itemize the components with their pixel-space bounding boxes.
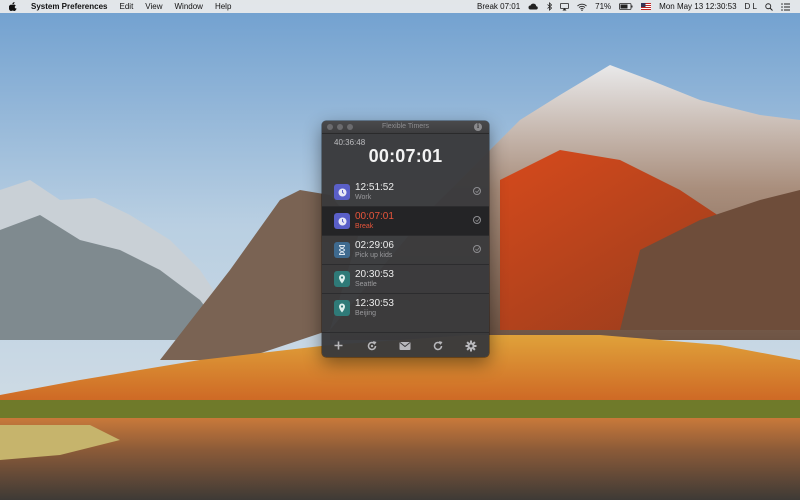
current-timer-display: 00:07:01	[368, 146, 443, 166]
menu-bar: System Preferences Edit View Window Help…	[0, 0, 800, 13]
window-title: Flexible Timers	[381, 123, 430, 130]
hourglass-icon	[334, 242, 350, 258]
timer-label: Pick up kids	[355, 252, 393, 259]
notification-center-icon[interactable]	[777, 2, 794, 11]
menu-help[interactable]: Help	[209, 2, 237, 11]
info-icon[interactable]: i	[474, 123, 482, 131]
battery-icon[interactable]	[615, 3, 637, 10]
flexible-timers-window: Flexible Timers i 40:36:48 00:07:01 12:5…	[322, 121, 489, 357]
add-icon[interactable]	[332, 339, 345, 352]
timer-label: Break	[355, 223, 374, 230]
timer-row-break[interactable]: 00:07:01 Break	[322, 207, 489, 235]
location-pin-icon	[334, 271, 350, 287]
timer-value: 12:30:53	[355, 298, 394, 309]
timer-value: 20:30:53	[355, 269, 394, 280]
checkmark-icon[interactable]	[473, 216, 481, 224]
menu-view[interactable]: View	[139, 2, 168, 11]
clock-icon	[334, 184, 350, 200]
settings-icon[interactable]	[464, 339, 477, 352]
timer-row-beijing[interactable]: 12:30:53 Beijing	[322, 294, 489, 322]
status-timer[interactable]: Break 07:01	[473, 2, 524, 11]
user-name[interactable]: D L	[741, 2, 761, 11]
wifi-icon[interactable]	[573, 3, 591, 11]
restart-icon[interactable]	[431, 339, 444, 352]
timer-row-work[interactable]: 12:51:52 Work	[322, 178, 489, 206]
menu-app-name[interactable]: System Preferences	[25, 2, 114, 11]
status-area: Break 07:01 71% Mon May 13 12:30:53 D L	[473, 0, 794, 13]
cloud-icon[interactable]	[524, 3, 543, 10]
apple-icon[interactable]	[9, 2, 21, 11]
timer-row-pick-up-kids[interactable]: 02:29:06 Pick up kids	[322, 236, 489, 264]
menu-window[interactable]: Window	[169, 2, 209, 11]
menu-edit[interactable]: Edit	[114, 2, 140, 11]
menu-clock[interactable]: Mon May 13 12:30:53	[655, 2, 740, 11]
checkmark-icon[interactable]	[473, 245, 481, 253]
timer-value: 00:07:01	[355, 211, 394, 222]
location-pin-icon	[334, 300, 350, 316]
bottom-toolbar	[322, 332, 489, 357]
title-bar[interactable]: Flexible Timers i	[322, 121, 489, 134]
input-flag-icon[interactable]	[637, 3, 655, 10]
timer-value: 02:29:06	[355, 240, 394, 251]
checkmark-icon[interactable]	[473, 187, 481, 195]
timer-label: Work	[355, 194, 372, 201]
reset-all-icon[interactable]	[365, 339, 378, 352]
battery-percent[interactable]: 71%	[591, 2, 615, 11]
bluetooth-icon[interactable]	[543, 2, 556, 11]
mail-icon[interactable]	[398, 339, 411, 352]
timer-label: Seattle	[355, 281, 377, 288]
spotlight-search-icon[interactable]	[761, 2, 777, 11]
timer-label: Beijing	[355, 310, 377, 317]
airplay-icon[interactable]	[556, 2, 573, 11]
clock-icon	[334, 213, 350, 229]
timer-row-seattle[interactable]: 20:30:53 Seattle	[322, 265, 489, 293]
timer-value: 12:51:52	[355, 182, 394, 193]
